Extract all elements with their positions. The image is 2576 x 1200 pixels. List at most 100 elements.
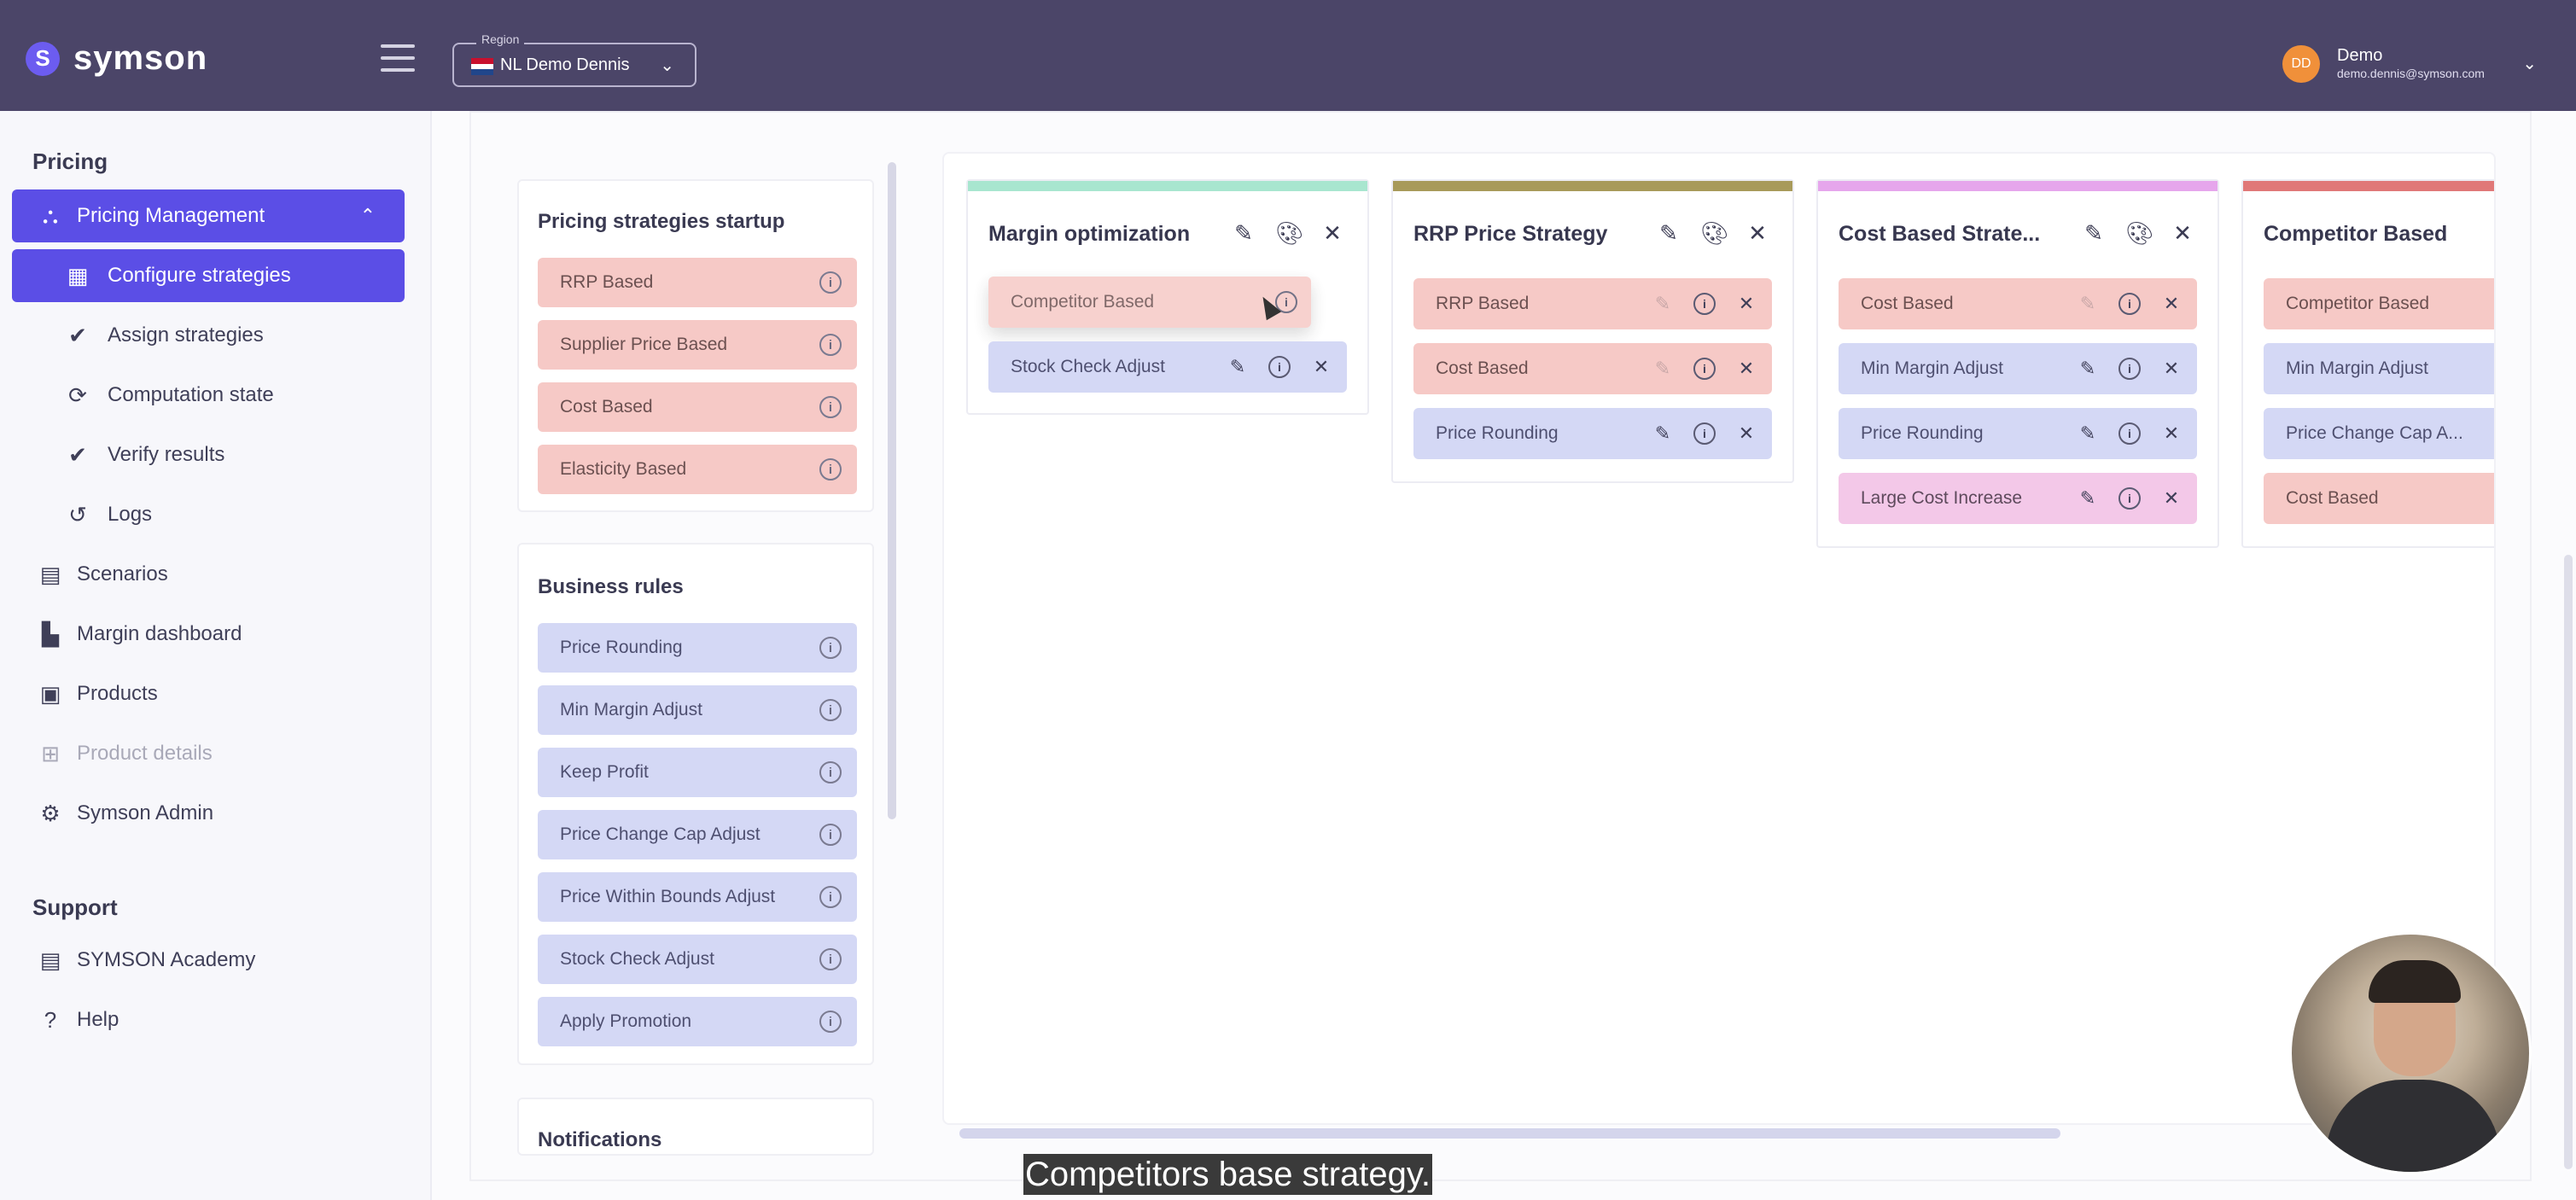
edit-icon[interactable]: ✎ (1226, 356, 1250, 378)
sidebar-item-configure-strategies[interactable]: ▦ Configure strategies (12, 249, 405, 302)
info-icon[interactable]: i (1693, 422, 1716, 445)
edit-icon[interactable]: ✎ (2076, 487, 2100, 510)
brand-logo[interactable]: S symson (26, 39, 207, 78)
strategy-card[interactable]: Min Margin Adjust ✎ i ✕ (1839, 343, 2197, 394)
palette-scrollbar[interactable] (888, 162, 896, 819)
close-icon[interactable]: ✕ (2170, 220, 2195, 247)
info-icon[interactable]: i (819, 1011, 842, 1033)
info-icon[interactable]: i (2118, 422, 2141, 445)
rule-chip[interactable]: Apply Promotion i (538, 997, 857, 1046)
sidebar-item-logs[interactable]: ↺ Logs (12, 488, 405, 541)
info-icon[interactable]: i (819, 824, 842, 846)
strategy-chip[interactable]: RRP Based i (538, 258, 857, 307)
netherlands-flag-icon (471, 58, 493, 76)
menu-toggle-icon[interactable] (381, 44, 415, 72)
info-icon[interactable]: i (819, 761, 842, 783)
edit-icon[interactable]: ✎ (2076, 358, 2100, 380)
edit-icon: ✎ (2079, 293, 2096, 314)
rule-chip[interactable]: Price Within Bounds Adjust i (538, 872, 857, 922)
rule-chip[interactable]: Min Margin Adjust i (538, 685, 857, 735)
edit-icon[interactable]: ✎ (1231, 220, 1256, 247)
sidebar-item-label: Pricing Management (77, 204, 265, 227)
rule-chip[interactable]: Keep Profit i (538, 748, 857, 797)
info-icon[interactable]: i (819, 334, 842, 356)
user-menu[interactable]: DD Demo demo.dennis@symson.com ⌄ (2267, 36, 2557, 92)
palette-icon[interactable]: 🎨︎ (1275, 220, 1303, 247)
section-support: Support (32, 894, 118, 920)
strategy-card[interactable]: Large Cost Increase ✎ i ✕ (1839, 473, 2197, 524)
sidebar-item-label: Configure strategies (108, 264, 291, 287)
info-icon[interactable]: i (819, 948, 842, 970)
strategy-card[interactable]: Stock Check Adjust ✎ i ✕ (988, 341, 1347, 393)
column-title: Cost Based Strate... (1839, 222, 2041, 246)
palette-icon[interactable]: 🎨︎ (2125, 220, 2153, 247)
info-icon[interactable]: i (819, 699, 842, 721)
help-icon: ? (44, 1006, 57, 1033)
remove-icon[interactable]: ✕ (2159, 358, 2183, 380)
sidebar-item-label: Computation state (108, 383, 274, 406)
strategy-column[interactable]: Competitor Based Competitor Based Min Ma… (2241, 179, 2494, 548)
sidebar-item-verify-results[interactable]: ✔ Verify results (12, 428, 405, 481)
strategy-column[interactable]: Margin optimization ✎ 🎨︎ ✕ Competitor Ba… (966, 179, 1369, 415)
info-icon[interactable]: i (1693, 358, 1716, 380)
sidebar-item-pricing-management[interactable]: ⛬ Pricing Management ⌃ (12, 189, 405, 242)
column-accent (1818, 181, 2218, 191)
close-icon[interactable]: ✕ (1320, 220, 1345, 247)
edit-icon[interactable]: ✎ (1651, 422, 1675, 445)
info-icon[interactable]: i (819, 637, 842, 659)
strategy-column[interactable]: Cost Based Strate... ✎ 🎨︎ ✕ Cost Based ✎… (1816, 179, 2219, 548)
strategy-card[interactable]: Price Rounding ✎ i ✕ (1839, 408, 2197, 459)
strategy-card[interactable]: RRP Based ✎ i ✕ (1413, 278, 1772, 329)
column-title: Competitor Based (2264, 222, 2448, 246)
sidebar-item-label: SYMSON Academy (77, 948, 256, 971)
top-bar: S symson Region NL Demo Dennis ⌄ DD Demo… (0, 0, 2576, 111)
rule-chip[interactable]: Stock Check Adjust i (538, 935, 857, 984)
edit-icon[interactable]: ✎ (2076, 422, 2100, 445)
strategy-card[interactable]: Price Change Cap A... (2264, 408, 2494, 459)
page-vertical-scrollbar[interactable] (2564, 555, 2573, 1169)
sidebar-item-scenarios[interactable]: ▤ Scenarios (12, 548, 405, 601)
remove-icon[interactable]: ✕ (2159, 487, 2183, 510)
sidebar-item-symson-academy[interactable]: ▤ SYMSON Academy (12, 934, 405, 987)
sidebar-item-computation-state[interactable]: ⟳ Computation state (12, 369, 405, 422)
close-icon[interactable]: ✕ (1745, 220, 1770, 247)
strategy-card[interactable]: Min Margin Adjust (2264, 343, 2494, 394)
chevron-up-icon: ⌃ (359, 205, 376, 226)
strategy-card[interactable]: Cost Based ✎ i ✕ (1839, 278, 2197, 329)
info-icon[interactable]: i (1268, 356, 1291, 378)
strategy-card[interactable]: Cost Based (2264, 473, 2494, 524)
sidebar-item-margin-dashboard[interactable]: ▙ Margin dashboard (12, 608, 405, 661)
sidebar-item-symson-admin[interactable]: ⚙ Symson Admin (12, 787, 405, 840)
strategy-chip[interactable]: Supplier Price Based i (538, 320, 857, 370)
strategy-card[interactable]: Competitor Based (2264, 278, 2494, 329)
strategy-card[interactable]: Cost Based ✎ i ✕ (1413, 343, 1772, 394)
board-horizontal-scrollbar[interactable] (959, 1128, 2060, 1139)
info-icon[interactable]: i (2118, 293, 2141, 315)
info-icon[interactable]: i (819, 458, 842, 481)
region-select[interactable]: Region NL Demo Dennis ⌄ (452, 32, 696, 87)
info-icon[interactable]: i (819, 396, 842, 418)
rule-chip[interactable]: Price Change Cap Adjust i (538, 810, 857, 859)
info-icon[interactable]: i (1693, 293, 1716, 315)
remove-icon[interactable]: ✕ (1734, 293, 1758, 315)
info-icon[interactable]: i (2118, 358, 2141, 380)
remove-icon[interactable]: ✕ (2159, 422, 2183, 445)
strategy-card[interactable]: Price Rounding ✎ i ✕ (1413, 408, 1772, 459)
edit-icon[interactable]: ✎ (1656, 220, 1681, 247)
edit-icon[interactable]: ✎ (2081, 220, 2107, 247)
sidebar-item-help[interactable]: ? Help (12, 993, 405, 1046)
info-icon[interactable]: i (819, 271, 842, 294)
remove-icon[interactable]: ✕ (1734, 422, 1758, 445)
remove-icon[interactable]: ✕ (2159, 293, 2183, 315)
strategy-chip[interactable]: Elasticity Based i (538, 445, 857, 494)
sidebar-item-products[interactable]: ▣ Products (12, 667, 405, 720)
info-icon[interactable]: i (2118, 487, 2141, 510)
rule-chip[interactable]: Price Rounding i (538, 623, 857, 673)
info-icon[interactable]: i (819, 886, 842, 908)
strategy-column[interactable]: RRP Price Strategy ✎ 🎨︎ ✕ RRP Based ✎ i … (1391, 179, 1794, 483)
sidebar-item-assign-strategies[interactable]: ✔ Assign strategies (12, 309, 405, 362)
remove-icon[interactable]: ✕ (1734, 358, 1758, 380)
strategy-chip[interactable]: Cost Based i (538, 382, 857, 432)
remove-icon[interactable]: ✕ (1309, 356, 1333, 378)
palette-icon[interactable]: 🎨︎ (1700, 220, 1728, 247)
